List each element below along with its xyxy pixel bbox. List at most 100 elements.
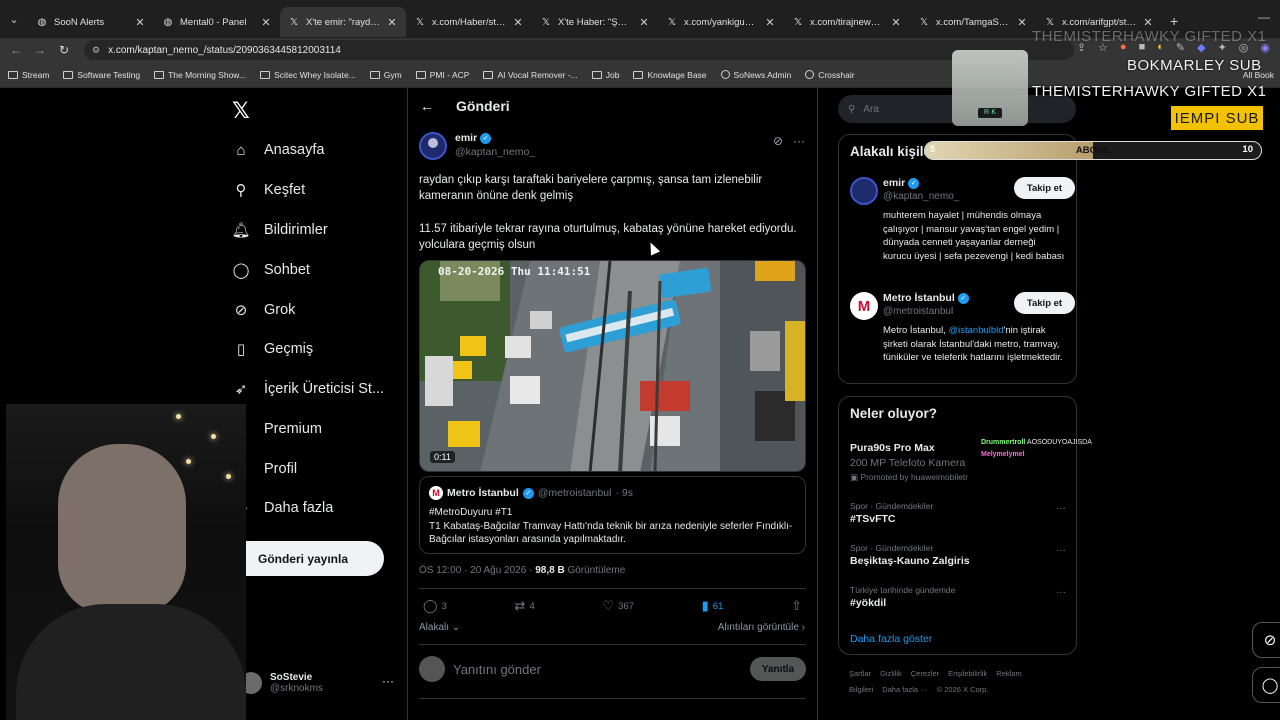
avatar[interactable] <box>419 132 447 160</box>
follow-button[interactable]: Takip et <box>1014 292 1075 314</box>
close-icon[interactable]: ✕ <box>890 16 902 29</box>
trend-item[interactable]: Spor · Gündemdekiler Beşiktaş-Kauno Zalg… <box>850 543 1066 567</box>
share-button[interactable]: ⇧ <box>791 598 802 614</box>
bookmark-item[interactable]: Gym <box>369 70 402 80</box>
browser-tab[interactable]: 𝕏x.com/TamgaSanat/st... ✕ <box>910 7 1036 37</box>
grok-float-icon[interactable]: ⊘ <box>1252 622 1280 658</box>
sidebar-item[interactable]: ⋯Daha fazla <box>232 496 334 520</box>
messages-float-icon[interactable]: ◯ <box>1252 667 1280 703</box>
quoted-tweet[interactable]: M Metro İstanbul ✓ @metroistanbul · 9s #… <box>419 476 806 554</box>
close-icon[interactable]: ✕ <box>260 16 272 29</box>
reply-input[interactable]: Yanıtını gönder <box>453 662 750 677</box>
author-name[interactable]: emir <box>455 132 477 144</box>
forward-nav-icon[interactable]: → <box>28 43 52 57</box>
view-quotes-link[interactable]: Alıntıları görüntüle › <box>718 622 805 633</box>
person-item[interactable]: M Metro İstanbul ✓ @metroistanbul Takip e… <box>850 292 1075 382</box>
sidebar-item[interactable]: ⌂ Anasayfa <box>232 138 324 162</box>
browser-tab[interactable]: 𝕏x.com/yankigundem/... ✕ <box>658 7 784 37</box>
mention-link[interactable]: @istanbulbld <box>948 325 1003 336</box>
tweet-video[interactable]: 08-20-2026 Thu 11:41:51 0:11 <box>419 260 806 472</box>
avatar[interactable] <box>850 177 878 205</box>
more-icon[interactable]: ··· <box>382 674 394 688</box>
person-item[interactable]: emir ✓ @kaptan_nemo_ Takip et muhterem ha… <box>850 177 1075 277</box>
reply-button[interactable]: ◯ 3 <box>423 598 447 614</box>
divider <box>419 644 806 645</box>
footer-link[interactable]: Gizlilik <box>880 669 902 678</box>
person-handle[interactable]: @metroistanbul <box>883 306 953 317</box>
footer-link[interactable]: Daha fazla ··· <box>882 685 927 694</box>
bookmark-item[interactable]: Knowlage Base <box>633 70 707 80</box>
footer-link[interactable]: © 2026 X Corp. <box>937 685 989 694</box>
account-switcher[interactable]: SoStevie @srknokms ··· <box>240 666 400 700</box>
bookmark-button[interactable]: ▮ 61 <box>702 598 724 614</box>
sidebar-item[interactable]: 🔔︎ Bildirimler <box>231 218 328 242</box>
back-arrow-icon[interactable]: ← <box>420 98 434 114</box>
trend-item[interactable]: Spor · Gündemdekiler #TSvFTC ··· <box>850 501 1066 525</box>
sidebar-item[interactable]: ◯ Sohbet <box>232 258 310 282</box>
author-handle[interactable]: @kaptan_nemo_ <box>455 146 535 158</box>
trend-item[interactable]: Türkiye tarihinde gündemde #yökdil ··· <box>850 585 1066 609</box>
sidebar-item[interactable]: ➶ İçerik Üreticisi St... <box>232 377 384 401</box>
more-icon[interactable]: ··· <box>1056 587 1066 598</box>
browser-tab[interactable]: 𝕏x.com/Haber/status/... ✕ <box>406 7 532 37</box>
tab-title: SooN Alerts <box>54 16 105 28</box>
metro-logo-icon[interactable]: M <box>850 292 878 320</box>
close-icon[interactable]: ✕ <box>386 16 398 29</box>
back-nav-icon[interactable]: ← <box>4 43 28 57</box>
streamer-head <box>58 444 186 614</box>
footer-link[interactable]: Şartlar <box>849 669 871 678</box>
more-icon[interactable]: ··· <box>1056 503 1066 514</box>
bookmark-item[interactable]: SoNews Admin <box>720 70 791 80</box>
minimize-icon[interactable]: — <box>1258 10 1270 24</box>
sort-replies-dropdown[interactable]: Alakalı ⌄ <box>419 622 460 633</box>
sidebar-item[interactable]: ⊘ Grok <box>232 298 296 322</box>
close-icon[interactable]: ✕ <box>512 16 524 29</box>
bookmark-item[interactable]: Stream <box>8 70 49 80</box>
reload-icon[interactable]: ↻ <box>52 43 76 57</box>
person-name[interactable]: Metro İstanbul <box>883 292 955 304</box>
tab-list: ◍ SooN Alerts ✕ ◍ Mental0 - Panel ✕ 𝕏 X'te emir… <box>28 1 1162 37</box>
browser-tab[interactable]: 𝕏 X'te emir: "raydan çık ✕ <box>280 7 406 37</box>
bookmark-item[interactable]: Scitec Whey Isolate... <box>260 70 356 80</box>
show-more-link[interactable]: Daha fazla göster <box>850 633 932 645</box>
browser-tab[interactable]: ◍ SooN Alerts ✕ <box>28 7 154 37</box>
bookmark-item[interactable]: Job <box>591 70 619 80</box>
close-icon[interactable]: ✕ <box>1016 16 1028 29</box>
post-button[interactable]: Gönderi yayınla <box>222 541 384 576</box>
bookmark-item[interactable]: Software Testing <box>63 70 140 80</box>
like-button[interactable]: ♡ 367 <box>602 598 634 614</box>
footer-link[interactable]: Erişilebilirlik <box>948 669 987 678</box>
sidebar-item-label: Bildirimler <box>264 222 328 238</box>
sidebar-item[interactable]: ⚲ Keşfet <box>232 178 306 202</box>
more-icon[interactable]: ··· <box>1056 545 1066 556</box>
close-icon[interactable]: ✕ <box>134 16 146 29</box>
x-icon: 𝕏 <box>667 16 677 28</box>
url-field[interactable]: ⚙ x.com/kaptan_nemo_/status/209036344581… <box>84 40 1074 60</box>
person-name[interactable]: emir <box>883 177 905 189</box>
tab-search-chevron-icon[interactable]: ⌄ <box>0 0 28 38</box>
bookmark-item[interactable]: AI Vocal Remover -... <box>483 70 578 80</box>
browser-tab[interactable]: ◍ Mental0 - Panel ✕ <box>154 7 280 37</box>
close-icon[interactable]: ✕ <box>1142 16 1154 29</box>
close-icon[interactable]: ✕ <box>764 16 776 29</box>
sidebar-item-label: Sohbet <box>264 262 310 278</box>
browser-tab[interactable]: 𝕏x.com/tirajnews/stat... ✕ <box>784 7 910 37</box>
site-info-icon[interactable]: ⚙ <box>92 45 100 56</box>
grok-icon[interactable]: ⊘ <box>773 134 783 148</box>
close-icon[interactable]: ✕ <box>638 16 650 29</box>
tweet-author[interactable]: emir ✓ @kaptan_nemo_ <box>419 132 535 160</box>
sidebar-item[interactable]: ▯ Geçmiş <box>232 337 313 361</box>
x-logo-icon[interactable]: 𝕏 <box>232 98 250 124</box>
person-handle[interactable]: @kaptan_nemo_ <box>883 191 959 202</box>
bookmark-item[interactable]: The Morning Show... <box>154 70 246 80</box>
footer-link[interactable]: Çerezler <box>911 669 939 678</box>
repost-button[interactable]: ⇄ 4 <box>515 598 535 614</box>
new-tab-button[interactable]: + <box>1170 13 1178 29</box>
more-icon[interactable]: ··· <box>793 134 805 148</box>
browser-tab[interactable]: 𝕏 X'te Haber: "Şehirler a ✕ <box>532 7 658 37</box>
x-icon: 𝕏 <box>1045 16 1055 28</box>
bookmark-item[interactable]: PMI - ACP <box>415 70 469 80</box>
follow-button[interactable]: Takip et <box>1014 177 1075 199</box>
bookmark-item[interactable]: Crosshair <box>805 70 855 80</box>
reply-submit-button[interactable]: Yanıtla <box>750 657 806 681</box>
